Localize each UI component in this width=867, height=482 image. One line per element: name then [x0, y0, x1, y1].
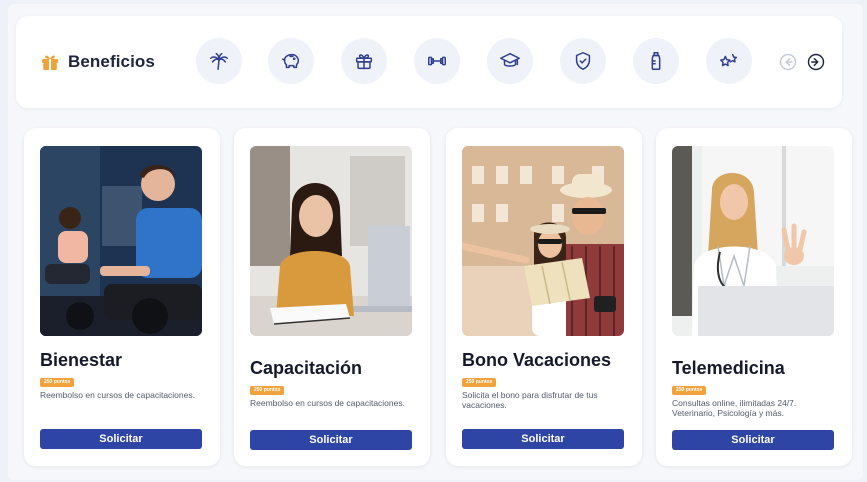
benefit-card-capacitacion: Capacitación 250 puntos Reembolso en cur… — [234, 128, 430, 466]
gift-icon[interactable] — [341, 38, 387, 84]
palm-tree-icon[interactable] — [196, 38, 242, 84]
dumbbell-icon[interactable] — [414, 38, 460, 84]
doctor-photo — [672, 146, 834, 336]
travel-photo — [462, 146, 624, 336]
baby-bottle-icon[interactable] — [633, 38, 679, 84]
benefits-header: Beneficios — [16, 16, 842, 108]
benefit-card-telemedicina: Telemedicina 250 puntos Consultas online… — [656, 128, 852, 466]
points-badge: 250 puntos — [250, 386, 285, 395]
card-title: Bono Vacaciones — [462, 350, 612, 370]
graduation-cap-icon[interactable] — [487, 38, 533, 84]
arrow-left-circle-icon[interactable] — [778, 52, 798, 72]
page-title: Beneficios — [68, 52, 155, 71]
study-photo — [250, 146, 412, 336]
gift-icon — [40, 52, 60, 72]
benefit-card-bienestar: Bienestar 250 puntos Reembolso en cursos… — [24, 128, 220, 466]
card-description: Solicita el bono para disfrutar de tus v… — [462, 390, 598, 410]
card-title: Capacitación — [250, 358, 363, 378]
solicitar-button[interactable]: Solicitar — [40, 429, 202, 449]
solicitar-button[interactable]: Solicitar — [672, 430, 834, 450]
piggy-bank-icon[interactable] — [268, 38, 314, 84]
card-description: Reembolso en cursos de capacitaciones. — [250, 398, 405, 408]
points-badge: 250 puntos — [40, 378, 75, 387]
card-title: Telemedicina — [672, 358, 785, 378]
stars-icon[interactable] — [706, 38, 752, 84]
arrow-right-circle-icon[interactable] — [806, 52, 826, 72]
solicitar-button[interactable]: Solicitar — [462, 429, 624, 449]
fitness-photo — [40, 146, 202, 336]
card-description: Consultas online, ilimitadas 24/7. Veter… — [672, 398, 797, 418]
brand: Beneficios — [40, 16, 155, 108]
solicitar-button[interactable]: Solicitar — [250, 430, 412, 450]
benefit-card-bono-vacaciones: Bono Vacaciones 250 puntos Solicita el b… — [446, 128, 642, 466]
shield-check-icon[interactable] — [560, 38, 606, 84]
points-badge: 250 puntos — [462, 378, 497, 387]
card-description: Reembolso en cursos de capacitaciones. — [40, 390, 195, 400]
points-badge: 250 puntos — [672, 386, 707, 395]
card-title: Bienestar — [40, 350, 123, 370]
